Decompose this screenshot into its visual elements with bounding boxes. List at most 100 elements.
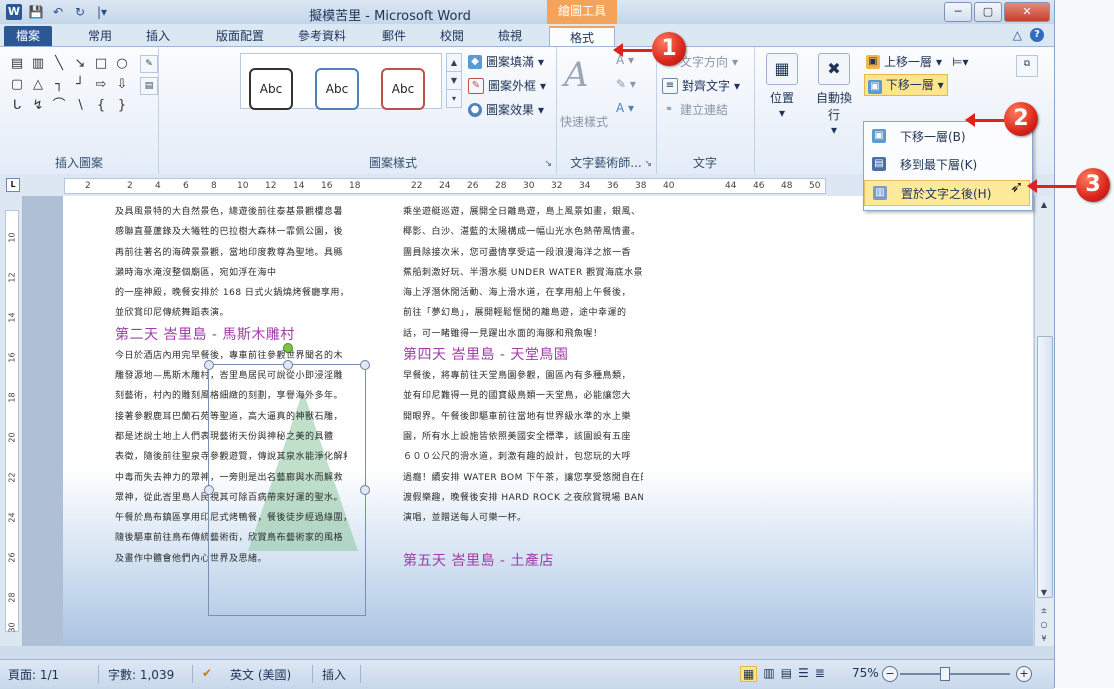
browse-object-icon[interactable]: ○ — [1037, 618, 1051, 632]
language-indicator[interactable]: 英文 (美國) — [230, 666, 291, 683]
proofing-icon[interactable]: ✔ — [202, 666, 212, 680]
left-brace-shape-icon[interactable]: { — [92, 97, 110, 115]
rotation-handle[interactable] — [283, 343, 293, 353]
arrow-line-shape-icon[interactable]: ↘ — [71, 55, 89, 73]
elbow-shape-icon[interactable]: ┘ — [71, 76, 89, 94]
paragraph-line: ６００公尺的滑水道，刺激有趣的設計，包您玩的大呼 — [403, 452, 632, 463]
bring-forward-button[interactable]: ▣ 上移一層 ▾ ⊨▾ — [866, 53, 969, 70]
redo-icon[interactable]: ↻ — [72, 4, 88, 20]
scroll-down-icon[interactable]: ▼ — [1037, 586, 1051, 600]
selected-shape-frame[interactable] — [204, 343, 370, 616]
wrap-text-button[interactable]: ✖ 自動換行 ▾ — [812, 53, 856, 137]
resize-handle[interactable] — [283, 360, 293, 370]
scroll-thumb[interactable] — [1037, 336, 1053, 598]
right-brace-shape-icon[interactable]: } — [113, 97, 131, 115]
tab-view[interactable]: 檢視 — [490, 26, 530, 46]
selection-pane-icon[interactable]: ⧉ — [1016, 55, 1038, 77]
quick-styles-label[interactable]: 快速樣式 — [560, 113, 608, 130]
close-button[interactable]: ✕ — [1004, 2, 1050, 22]
text-effects-icon[interactable]: A ▾ — [616, 101, 634, 115]
maximize-button[interactable]: ▢ — [974, 2, 1002, 22]
customize-qat-icon[interactable]: |▾ — [94, 4, 110, 20]
shape-fill-button[interactable]: ◆ 圖案填滿 ▾ — [468, 53, 544, 70]
textbox-shape-icon[interactable]: ▤ — [8, 55, 26, 73]
text-outline-icon[interactable]: ✎ ▾ — [616, 77, 636, 91]
zoom-slider[interactable] — [900, 667, 1010, 681]
shape-gallery[interactable]: ▤ ▥ ╲ ↘ □ ○ ▢ △ ┐ ┘ ⇨ ⇩ ᒐ ↯ ⌒ ∖ { } — [8, 55, 128, 115]
tab-file[interactable]: 檔案 — [4, 26, 52, 46]
style-sample-3[interactable]: Abc — [381, 68, 425, 110]
zoom-in-button[interactable]: + — [1016, 666, 1032, 682]
text-box-icon[interactable]: ▤ — [140, 77, 158, 95]
position-button[interactable]: ▦ 位置 ▾ — [760, 53, 804, 120]
menu-item-send-backward[interactable]: ▣ 下移一層(B) — [864, 124, 1030, 148]
align-text-button[interactable]: ≡ 對齊文字 ▾ — [662, 77, 740, 94]
tab-selector-icon[interactable]: L — [6, 178, 20, 192]
shape-effects-button[interactable]: ● 圖案效果 ▾ — [468, 101, 544, 118]
help-icon[interactable]: ? — [1030, 28, 1044, 42]
right-arrow-shape-icon[interactable]: ⇨ — [92, 76, 110, 94]
gallery-down-icon[interactable]: ▼ — [446, 71, 462, 90]
send-backward-button[interactable]: ▣ 下移一層 ▾ — [864, 74, 948, 96]
document-area[interactable]: 及具風景特的大自然景色，總遊後前往泰基景觀樓息暑 感聯直蔓蘆錄及大犧牲的巴拉樹大… — [23, 196, 1033, 646]
vertical-ruler[interactable]: 10 12 14 16 18 20 22 24 26 28 30 — [0, 196, 23, 646]
connector-shape-icon[interactable]: ┐ — [50, 76, 68, 94]
create-link-button[interactable]: ⚭ 建立連結 — [662, 101, 728, 118]
draft-view-icon[interactable]: ≣ — [815, 666, 825, 682]
style-sample-1[interactable]: Abc — [249, 68, 293, 110]
gallery-more-icon[interactable]: ▾ — [446, 89, 462, 108]
rectangle-shape-icon[interactable]: □ — [92, 55, 110, 73]
tab-format[interactable]: 格式 — [549, 26, 615, 48]
edit-shape-icon[interactable]: ✎ — [140, 55, 158, 73]
tab-page-layout[interactable]: 版面配置 — [208, 26, 272, 46]
oval-shape-icon[interactable]: ○ — [113, 55, 131, 73]
zoom-level[interactable]: 75% — [852, 666, 879, 680]
resize-handle[interactable] — [204, 485, 214, 495]
save-icon[interactable]: 💾 — [28, 4, 44, 20]
curve-shape-icon[interactable]: ↯ — [29, 97, 47, 115]
tab-review[interactable]: 校閱 — [432, 26, 472, 46]
print-layout-view-icon[interactable]: ▦ — [740, 666, 758, 682]
wordart-launcher-icon[interactable]: ↘ — [644, 159, 652, 169]
next-page-icon[interactable]: ¥ — [1037, 632, 1051, 646]
full-screen-view-icon[interactable]: ▥ — [763, 666, 774, 682]
vertical-textbox-shape-icon[interactable]: ▥ — [29, 55, 47, 73]
gallery-up-icon[interactable]: ▲ — [446, 53, 462, 72]
tab-insert[interactable]: 插入 — [138, 26, 178, 46]
triangle-shape-icon[interactable]: △ — [29, 76, 47, 94]
scroll-up-icon[interactable]: ▲ — [1037, 198, 1051, 212]
document-page[interactable]: 及具風景特的大自然景色，總遊後前往泰基景觀樓息暑 感聯直蔓蘆錄及大犧牲的巴拉樹大… — [63, 196, 1033, 646]
tab-home[interactable]: 常用 — [80, 26, 120, 46]
freeform-shape-icon[interactable]: ᒐ — [8, 97, 26, 115]
previous-page-icon[interactable]: ± — [1037, 604, 1051, 618]
insert-mode[interactable]: 插入 — [322, 666, 346, 683]
bracket-shape-icon[interactable]: ∖ — [71, 97, 89, 115]
line-shape-icon[interactable]: ╲ — [50, 55, 68, 73]
resize-handle[interactable] — [360, 485, 370, 495]
undo-icon[interactable]: ↶ — [50, 4, 66, 20]
arc-shape-icon[interactable]: ⌒ — [50, 97, 68, 115]
menu-item-behind-text[interactable]: ▥ 置於文字之後(H) — [864, 180, 1030, 206]
vertical-scrollbar[interactable]: ▲ ▼ ± ○ ¥ — [1034, 196, 1054, 646]
page-count[interactable]: 頁面: 1/1 — [8, 666, 59, 683]
menu-item-send-to-back[interactable]: ▤ 移到最下層(K) — [864, 152, 1030, 176]
word-app-icon[interactable]: W — [6, 4, 22, 20]
web-layout-view-icon[interactable]: ▤ — [781, 666, 792, 682]
tab-references[interactable]: 參考資料 — [290, 26, 354, 46]
shape-outline-button[interactable]: ✎ 圖案外框 ▾ — [468, 77, 546, 94]
zoom-out-button[interactable]: − — [882, 666, 898, 682]
align-icon[interactable]: ⊨▾ — [952, 55, 968, 69]
resize-handle[interactable] — [204, 360, 214, 370]
wordart-a-icon[interactable]: A — [564, 55, 589, 95]
outline-view-icon[interactable]: ☰ — [798, 666, 809, 682]
tab-mailings[interactable]: 郵件 — [374, 26, 414, 46]
down-arrow-shape-icon[interactable]: ⇩ — [113, 76, 131, 94]
rounded-rect-shape-icon[interactable]: ▢ — [8, 76, 26, 94]
shape-styles-launcher-icon[interactable]: ↘ — [544, 159, 552, 169]
resize-handle[interactable] — [360, 360, 370, 370]
word-count[interactable]: 字數: 1,039 — [108, 666, 174, 683]
minimize-ribbon-icon[interactable]: △ — [1013, 28, 1022, 42]
style-sample-2[interactable]: Abc — [315, 68, 359, 110]
zoom-slider-thumb[interactable] — [940, 667, 950, 681]
minimize-button[interactable]: ─ — [944, 2, 972, 22]
